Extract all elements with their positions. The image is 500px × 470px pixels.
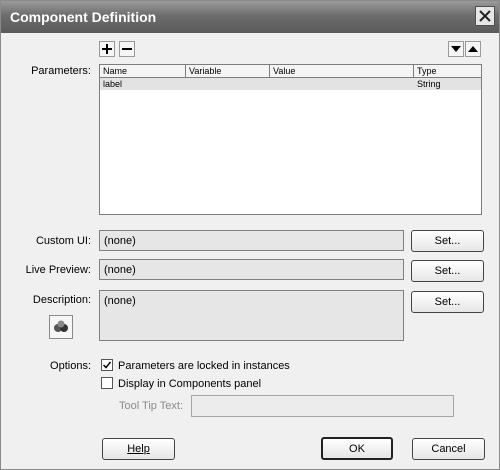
move-up-button[interactable]	[465, 41, 481, 57]
live-preview-set-label: Set...	[434, 265, 461, 277]
live-preview-field: (none)	[99, 259, 404, 280]
cancel-button-label: Cancel	[431, 443, 466, 455]
dialog-title: Component Definition	[10, 9, 157, 25]
table-row[interactable]: label String	[100, 78, 481, 90]
title-bar: Component Definition	[1, 1, 499, 33]
help-button[interactable]: Help	[102, 438, 175, 460]
parameters-table[interactable]: Name Variable Value Type label String	[99, 64, 482, 215]
component-icon-button[interactable]	[49, 315, 73, 339]
display-checkbox[interactable]	[101, 377, 113, 389]
column-header-variable[interactable]: Variable	[186, 65, 270, 78]
description-field: (none)	[99, 290, 404, 341]
display-checkbox-label[interactable]: Display in Components panel	[118, 378, 261, 390]
close-button[interactable]	[475, 6, 495, 26]
column-header-type[interactable]: Type	[414, 65, 481, 78]
custom-ui-label: Custom UI:	[35, 235, 91, 247]
move-down-button[interactable]	[448, 41, 464, 57]
cell-name: label	[103, 79, 123, 89]
parameters-label: Parameters:	[31, 65, 91, 77]
component-definition-dialog: Component Definition Parameters: Name Va…	[0, 0, 500, 470]
triangle-up-icon	[468, 46, 478, 52]
custom-ui-field: (none)	[99, 230, 404, 251]
column-header-name[interactable]: Name	[100, 65, 186, 78]
locked-checkbox[interactable]	[101, 359, 113, 371]
cell-variable	[186, 78, 273, 90]
options-label: Options:	[50, 360, 91, 372]
column-header-value[interactable]: Value	[270, 65, 414, 78]
add-parameter-button[interactable]	[99, 41, 115, 57]
checkmark-icon	[103, 361, 111, 369]
close-icon	[479, 10, 491, 22]
tooltip-label: Tool Tip Text:	[119, 400, 183, 412]
description-label: Description:	[32, 294, 91, 306]
locked-checkbox-label[interactable]: Parameters are locked in instances	[118, 360, 290, 372]
plus-icon	[102, 44, 112, 54]
help-button-label: Help	[127, 443, 150, 455]
triangle-down-icon	[451, 46, 461, 52]
live-preview-label: Live Preview:	[25, 264, 91, 276]
ok-button-label: OK	[349, 443, 365, 455]
custom-ui-set-button[interactable]: Set...	[411, 230, 484, 252]
description-set-label: Set...	[434, 296, 461, 308]
cell-type: String	[417, 79, 441, 89]
remove-parameter-button[interactable]	[119, 41, 135, 57]
custom-ui-set-label: Set...	[434, 235, 461, 247]
cancel-button[interactable]: Cancel	[412, 438, 485, 460]
live-preview-set-button[interactable]: Set...	[411, 260, 484, 282]
cell-value	[270, 78, 417, 90]
component-icon	[54, 320, 68, 332]
ok-button[interactable]: OK	[321, 437, 393, 460]
tooltip-input[interactable]	[191, 395, 454, 417]
description-set-button[interactable]: Set...	[411, 291, 484, 313]
minus-icon	[122, 48, 132, 50]
